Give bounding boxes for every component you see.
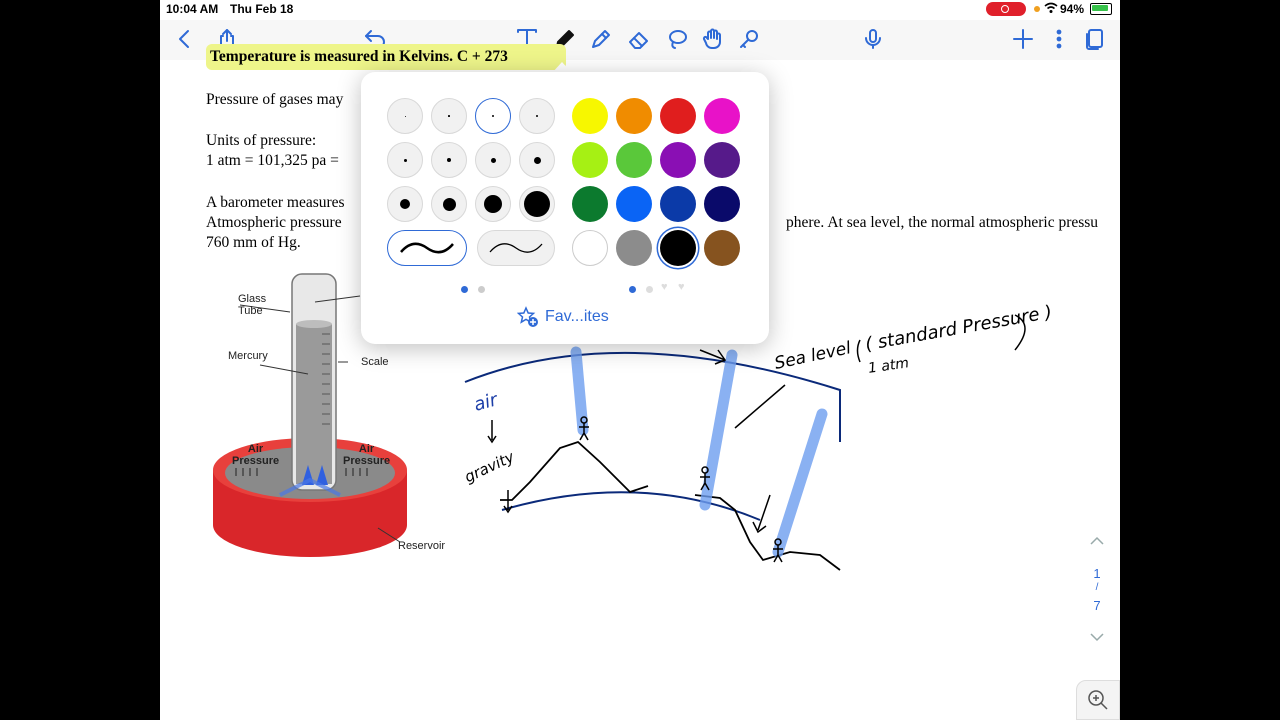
pen-width-option[interactable]: [519, 98, 555, 134]
status-bar: 10:04 AM Thu Feb 18 94%: [160, 0, 1120, 18]
add-favorite-icon[interactable]: [516, 306, 539, 333]
back-chevron-icon[interactable]: [170, 24, 200, 54]
pen-width-option[interactable]: [519, 186, 555, 222]
pen-width-option[interactable]: [431, 186, 467, 222]
more-icon[interactable]: [1044, 24, 1074, 54]
color-swatch[interactable]: [704, 142, 740, 178]
battery-percent: 94%: [1060, 2, 1085, 16]
page-down-chevron-icon[interactable]: [1082, 630, 1112, 645]
color-swatch[interactable]: [660, 230, 696, 266]
stroke-style-fountain[interactable]: [387, 230, 467, 266]
total-pages: 7: [1093, 598, 1101, 613]
pen-width-option[interactable]: [387, 98, 423, 134]
doc-line-atm: 1 atm = 101,325 pa =: [206, 152, 339, 169]
color-swatch[interactable]: [572, 98, 608, 134]
pen-width-option[interactable]: [431, 98, 467, 134]
highlighted-line: Temperature is measured in Kelvins. C + …: [210, 48, 508, 65]
notes-app-screen: 10:04 AM Thu Feb 18 94% Temperature is m…: [160, 0, 1120, 720]
pen-options-popover: ♥ ♥ Fav...ites: [361, 72, 769, 344]
page-separator: /: [1095, 582, 1099, 593]
label-glass-tube: Glass Tube: [238, 293, 267, 317]
color-swatch[interactable]: [704, 98, 740, 134]
zoom-button[interactable]: [1076, 680, 1120, 720]
color-swatch[interactable]: [572, 230, 608, 266]
color-swatch[interactable]: [572, 142, 608, 178]
color-swatch[interactable]: [616, 98, 652, 134]
pen-width-option[interactable]: [431, 142, 467, 178]
color-swatch[interactable]: [704, 186, 740, 222]
mic-in-use-indicator: [1034, 6, 1040, 12]
microphone-icon[interactable]: [858, 24, 888, 54]
doc-line-760: 760 mm of Hg.: [206, 234, 301, 251]
label-mercury: Mercury: [228, 350, 268, 362]
status-date: Thu Feb 18: [230, 2, 294, 16]
current-page: 1: [1093, 566, 1101, 581]
pen-width-option[interactable]: [475, 142, 511, 178]
pages-icon[interactable]: [1080, 24, 1110, 54]
doc-line-barometer: A barometer measures: [206, 194, 345, 211]
doc-line-units: Units of pressure:: [206, 132, 317, 149]
page-up-chevron-icon[interactable]: [1082, 534, 1112, 549]
status-time: 10:04 AM: [166, 2, 219, 16]
favorites-button[interactable]: Fav...ites: [545, 308, 609, 326]
label-scale: Scale: [361, 356, 389, 368]
pen-width-option[interactable]: [475, 186, 511, 222]
favorite-heart-icon[interactable]: ♥: [678, 281, 685, 293]
zoom-icon: [1088, 690, 1108, 710]
label-air-pressure-right: Air Pressure: [343, 443, 391, 467]
color-swatch[interactable]: [704, 230, 740, 266]
highlighter-tool-icon[interactable]: [586, 24, 616, 54]
hand-tool-icon[interactable]: [698, 24, 728, 54]
color-swatch[interactable]: [616, 142, 652, 178]
pen-width-option[interactable]: [387, 186, 423, 222]
doc-line-atmospheric-cont: phere. At sea level, the normal atmosphe…: [786, 214, 1099, 231]
page-indicator[interactable]: [478, 286, 485, 293]
pen-width-option-selected[interactable]: [475, 98, 511, 134]
label-air-pressure-left: Air Pressure: [232, 443, 280, 467]
battery-icon: [1090, 3, 1112, 15]
color-swatch[interactable]: [616, 186, 652, 222]
label-reservoir: Reservoir: [398, 540, 446, 552]
eraser-tool-icon[interactable]: [624, 24, 654, 54]
favorite-heart-icon[interactable]: ♥: [661, 281, 668, 293]
stroke-style-ballpoint[interactable]: [477, 230, 555, 266]
page-indicator[interactable]: [646, 286, 653, 293]
pen-width-option[interactable]: [387, 142, 423, 178]
color-swatch[interactable]: [660, 98, 696, 134]
color-swatch[interactable]: [572, 186, 608, 222]
color-swatch[interactable]: [660, 142, 696, 178]
color-swatch[interactable]: [616, 230, 652, 266]
pen-width-option[interactable]: [519, 142, 555, 178]
color-swatch[interactable]: [660, 186, 696, 222]
doc-line-pressure: Pressure of gases may: [206, 91, 344, 108]
lasso-tool-icon[interactable]: [662, 24, 692, 54]
add-icon[interactable]: [1008, 24, 1038, 54]
doc-line-atmospheric: Atmospheric pressure: [206, 214, 342, 231]
screen-recording-icon[interactable]: [986, 2, 1026, 16]
page-indicator-active[interactable]: [461, 286, 468, 293]
laser-tool-icon[interactable]: [734, 24, 764, 54]
wifi-icon: [1044, 2, 1058, 17]
page-indicator-active[interactable]: [629, 286, 636, 293]
